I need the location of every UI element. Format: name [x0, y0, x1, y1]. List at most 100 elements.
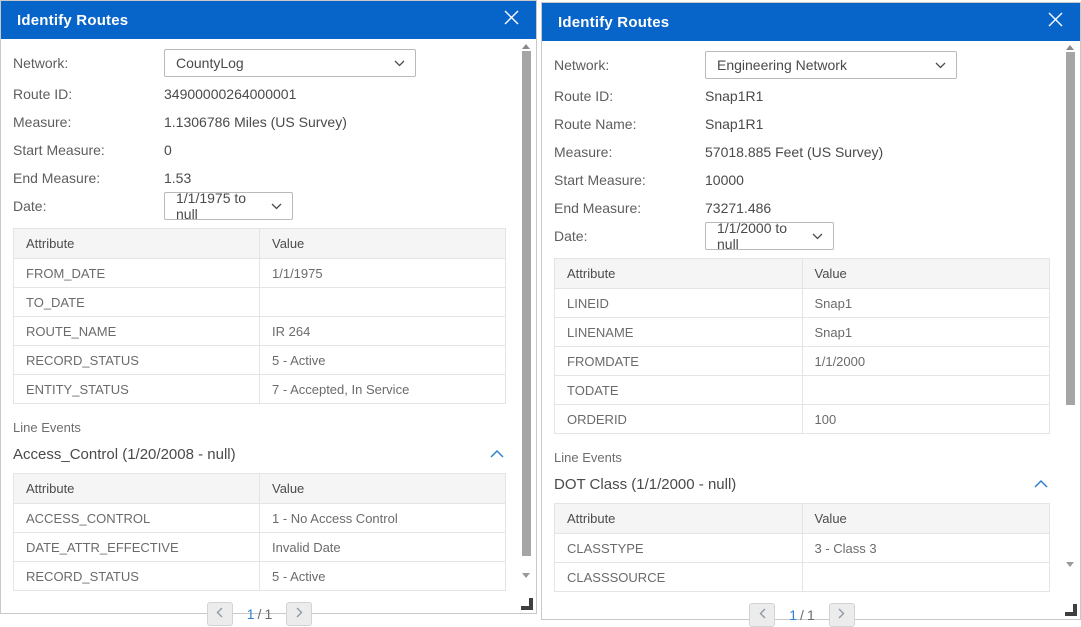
attribute-column-header: Attribute [555, 259, 803, 289]
table-row: FROM_DATE1/1/1975 [14, 259, 506, 288]
attribute-cell: RECORD_STATUS [14, 562, 260, 591]
close-button[interactable] [500, 9, 522, 31]
attribute-cell: DATE_ATTR_EFFECTIVE [14, 533, 260, 562]
date-label: Date: [13, 198, 164, 214]
field-row-end-measure: End Measure: 73271.486 [554, 194, 1050, 221]
panel-header: Identify Routes [1, 1, 536, 39]
line-event-header: Access_Control (1/20/2008 - null) [13, 443, 506, 465]
attribute-cell: LINENAME [555, 318, 803, 347]
date-select[interactable]: 1/1/2000 to null [705, 222, 834, 250]
panel-title: Identify Routes [558, 14, 669, 31]
page-separator: / [258, 606, 262, 622]
page-indicator: 1/1 [247, 606, 272, 622]
attribute-column-header: Attribute [14, 229, 260, 259]
collapse-button[interactable] [1032, 473, 1050, 495]
field-row-date: Date: 1/1/2000 to null [554, 222, 1050, 250]
table-row: FROMDATE1/1/2000 [555, 347, 1050, 376]
value-cell [260, 288, 506, 317]
network-select[interactable]: Engineering Network [705, 51, 957, 79]
scroll-down-arrow-icon[interactable] [1066, 562, 1074, 567]
field-row-date: Date: 1/1/1975 to null [13, 192, 506, 220]
panel-header: Identify Routes [542, 3, 1080, 41]
table-header-row: Attribute Value [14, 229, 506, 259]
end-measure-value: 1.53 [164, 170, 191, 186]
table-row: RECORD_STATUS5 - Active [14, 562, 506, 591]
measure-label: Measure: [554, 144, 705, 160]
end-measure-label: End Measure: [554, 200, 705, 216]
network-select-value: Engineering Network [717, 57, 847, 73]
attribute-cell: TO_DATE [14, 288, 260, 317]
route-name-value: Snap1R1 [705, 116, 763, 132]
value-cell [802, 376, 1050, 405]
route-id-label: Route ID: [13, 86, 164, 102]
value-cell: 5 - Active [260, 346, 506, 375]
measure-value: 1.1306786 Miles (US Survey) [164, 114, 347, 130]
start-measure-label: Start Measure: [554, 172, 705, 188]
end-measure-value: 73271.486 [705, 200, 771, 216]
page-indicator: 1/1 [789, 607, 814, 623]
scroll-down-arrow-icon[interactable] [522, 573, 530, 578]
value-cell: 5 - Active [260, 562, 506, 591]
attribute-cell: FROM_DATE [14, 259, 260, 288]
attribute-column-header: Attribute [14, 474, 260, 504]
attribute-table: Attribute Value LINEIDSnap1 LINENAMESnap… [554, 258, 1050, 434]
close-icon [1047, 11, 1064, 33]
value-cell: 1/1/2000 [802, 347, 1050, 376]
field-row-route-id: Route ID: 34900000264000001 [13, 80, 506, 107]
close-icon [503, 9, 520, 31]
table-row: ACCESS_CONTROL1 - No Access Control [14, 504, 506, 533]
scroll-up-arrow-icon[interactable] [1066, 45, 1074, 50]
next-page-button[interactable] [829, 603, 855, 627]
table-row: LINEIDSnap1 [555, 289, 1050, 318]
attribute-cell: LINEID [555, 289, 803, 318]
value-cell: 1/1/1975 [260, 259, 506, 288]
panel-content: Network: CountyLog Route ID: 34900000264… [1, 39, 536, 626]
date-select-value: 1/1/1975 to null [176, 190, 263, 222]
field-row-network: Network: Engineering Network [554, 51, 1050, 79]
chevron-down-icon [394, 60, 405, 67]
table-row: DATE_ATTR_EFFECTIVEInvalid Date [14, 533, 506, 562]
table-header-row: Attribute Value [14, 474, 506, 504]
start-measure-value: 0 [164, 142, 172, 158]
route-id-label: Route ID: [554, 88, 705, 104]
date-select-value: 1/1/2000 to null [717, 220, 804, 252]
scroll-up-arrow-icon[interactable] [522, 44, 530, 49]
total-pages: 1 [264, 606, 272, 622]
scrollbar-thumb[interactable] [1066, 52, 1075, 405]
current-page: 1 [789, 607, 797, 623]
network-label: Network: [554, 57, 705, 73]
field-row-start-measure: Start Measure: 10000 [554, 166, 1050, 193]
route-name-label: Route Name: [554, 116, 705, 132]
route-id-value: Snap1R1 [705, 88, 763, 104]
value-cell: Invalid Date [260, 533, 506, 562]
start-measure-value: 10000 [705, 172, 744, 188]
value-column-header: Value [802, 259, 1050, 289]
attribute-cell: TODATE [555, 376, 803, 405]
table-row: TODATE [555, 376, 1050, 405]
value-column-header: Value [260, 474, 506, 504]
collapse-button[interactable] [488, 443, 506, 465]
resize-handle[interactable] [1065, 604, 1077, 616]
network-label: Network: [13, 55, 164, 71]
table-row: ORDERID100 [555, 405, 1050, 434]
line-event-table: Attribute Value ACCESS_CONTROL1 - No Acc… [13, 473, 506, 591]
close-button[interactable] [1044, 11, 1066, 33]
date-label: Date: [554, 228, 705, 244]
route-id-value: 34900000264000001 [164, 86, 296, 102]
scrollbar-thumb[interactable] [522, 51, 531, 556]
attribute-cell: ROUTE_NAME [14, 317, 260, 346]
field-row-end-measure: End Measure: 1.53 [13, 164, 506, 191]
value-cell: 3 - Class 3 [802, 534, 1050, 563]
resize-handle[interactable] [521, 598, 533, 610]
value-cell [802, 563, 1050, 592]
table-row: LINENAMESnap1 [555, 318, 1050, 347]
line-events-label: Line Events [554, 450, 1050, 465]
attribute-cell: ACCESS_CONTROL [14, 504, 260, 533]
chevron-down-icon [812, 233, 823, 240]
network-select[interactable]: CountyLog [164, 49, 416, 77]
next-page-button[interactable] [286, 602, 312, 626]
prev-page-button[interactable] [749, 603, 775, 627]
date-select[interactable]: 1/1/1975 to null [164, 192, 293, 220]
field-row-network: Network: CountyLog [13, 49, 506, 77]
prev-page-button[interactable] [207, 602, 233, 626]
